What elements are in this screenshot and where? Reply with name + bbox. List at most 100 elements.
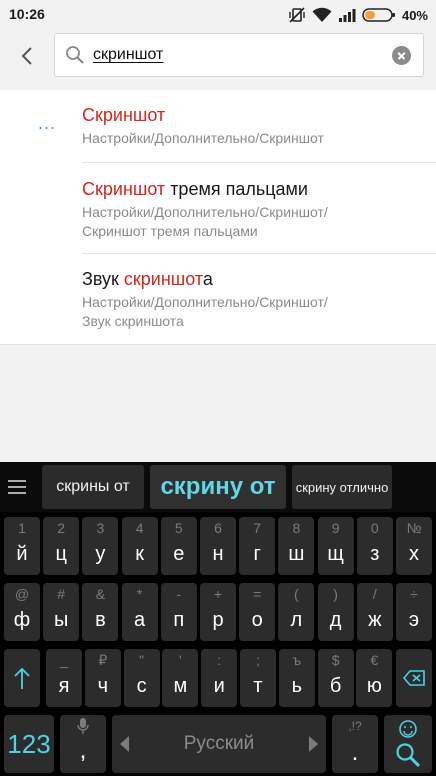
result-item[interactable]: Скриншот тремя пальцами Настройки/Дополн… — [82, 178, 382, 241]
key-label: м — [173, 675, 188, 697]
key-з[interactable]: 0з — [356, 517, 393, 575]
key-label: й — [16, 543, 28, 565]
search-enter-key[interactable] — [384, 715, 432, 773]
key-label: с — [136, 675, 147, 697]
key-label: у — [95, 543, 106, 565]
key-х[interactable]: № х — [396, 517, 432, 575]
key-label: ф — [13, 609, 31, 631]
shift-arrow-icon — [14, 667, 30, 689]
search-input[interactable]: скриншот — [54, 33, 424, 77]
key-ч[interactable]: ₽ ч — [84, 649, 121, 707]
key-г[interactable]: 7г — [239, 517, 276, 575]
key-hint: - — [176, 586, 182, 602]
key-м[interactable]: ' м — [162, 649, 199, 707]
key-hint: : — [217, 652, 222, 668]
key-й[interactable]: 1й — [4, 517, 40, 575]
suggestion-1[interactable]: скрины от — [42, 465, 144, 509]
battery-percent: 40% — [401, 7, 428, 23]
key-и[interactable]: :и — [201, 649, 238, 707]
status-time: 10:26 — [9, 6, 45, 22]
key-ы[interactable]: # ы — [43, 583, 80, 641]
emoji-icon — [399, 720, 417, 738]
period-key[interactable]: ,!? . — [332, 715, 378, 773]
key-н[interactable]: 6н — [200, 517, 236, 575]
key-п[interactable]: -п — [160, 583, 197, 641]
key-ж[interactable]: / ж — [356, 583, 393, 641]
result-item[interactable]: Скриншот Настройки/Дополнительно/Скриншо… — [82, 104, 382, 148]
key-я[interactable]: _ я — [46, 649, 82, 707]
key-в[interactable]: & в — [82, 583, 119, 641]
arrow-right-icon — [309, 736, 318, 752]
key-э[interactable]: ÷ э — [396, 583, 432, 641]
search-query[interactable]: скриншот — [93, 46, 163, 64]
backspace-icon — [402, 670, 425, 686]
key-label: н — [212, 543, 224, 565]
key-hint: € — [370, 652, 379, 668]
key-hint: @ — [14, 586, 30, 602]
keyboard-menu-icon[interactable] — [8, 480, 26, 494]
key-label: я — [58, 675, 70, 697]
comma-key[interactable]: , — [60, 715, 106, 773]
key-с[interactable]: " с — [123, 649, 160, 707]
key-б[interactable]: $ б — [317, 649, 354, 707]
clear-icon[interactable] — [392, 46, 411, 65]
search-key-icon — [396, 743, 421, 768]
key-hint: / — [372, 586, 377, 602]
suggestion-3[interactable]: скрину отлично — [292, 465, 392, 509]
back-arrow-icon[interactable] — [14, 42, 42, 70]
key-о[interactable]: = о — [239, 583, 276, 641]
key-label: ш — [288, 543, 305, 565]
key-hint: 3 — [96, 520, 105, 536]
key-у[interactable]: 3у — [82, 517, 119, 575]
key-hint: $ — [331, 652, 340, 668]
key-hint: " — [139, 652, 145, 668]
key-hint: 2 — [57, 520, 66, 536]
space-key[interactable]: Русский — [112, 715, 326, 773]
key-hint: 8 — [292, 520, 301, 536]
key-ц[interactable]: 2ц — [43, 517, 80, 575]
divider — [82, 253, 436, 254]
key-label: ь — [291, 675, 302, 697]
key-к[interactable]: 4к — [121, 517, 158, 575]
status-bar: 10:26 40% — [0, 0, 436, 30]
key-ь[interactable]: ъь — [278, 649, 315, 707]
numbers-key[interactable]: 123 — [4, 715, 54, 773]
result-item[interactable]: Звук скриншота Настройки/Дополнительно/С… — [82, 268, 382, 331]
search-icon — [66, 46, 84, 64]
key-label: ц — [55, 543, 67, 565]
key-hint: + — [213, 586, 223, 602]
key-label: ж — [368, 609, 382, 631]
backspace-key[interactable] — [396, 649, 432, 707]
key-р[interactable]: + р — [200, 583, 236, 641]
result-path: Настройки/Дополнительно/Скриншот/Звук ск… — [82, 294, 328, 329]
shift-key[interactable] — [4, 649, 40, 707]
key-hint: 9 — [331, 520, 340, 536]
key-hint: 5 — [174, 520, 183, 536]
key-ю[interactable]: € ю — [356, 649, 393, 707]
key-hint: ъ — [292, 652, 302, 668]
key-е[interactable]: 5е — [160, 517, 197, 575]
key-label: г — [253, 543, 261, 565]
key-hint: & — [95, 586, 106, 602]
key-label: х — [409, 543, 419, 565]
key-hint: # — [57, 586, 66, 602]
key-hint: 4 — [135, 520, 144, 536]
more-indicator: ... — [38, 113, 57, 133]
key-label: б — [329, 675, 342, 697]
key-label: л — [290, 609, 303, 631]
key-а[interactable]: * а — [121, 583, 158, 641]
suggestion-2[interactable]: скрину от — [150, 465, 286, 509]
key-hint: ) — [333, 586, 338, 602]
key-л[interactable]: (л — [278, 583, 315, 641]
key-label: и — [213, 675, 225, 697]
key-hint: ₽ — [98, 652, 108, 668]
key-ш[interactable]: 8ш — [278, 517, 315, 575]
key-щ[interactable]: 9щ — [317, 517, 354, 575]
key-т[interactable]: ; т — [240, 649, 276, 707]
key-ф[interactable]: @ ф — [4, 583, 40, 641]
divider — [82, 162, 436, 163]
key-label: ч — [97, 675, 108, 697]
key-д[interactable]: ) д — [317, 583, 354, 641]
key-label: а — [134, 609, 146, 631]
key-hint: _ — [60, 652, 68, 668]
